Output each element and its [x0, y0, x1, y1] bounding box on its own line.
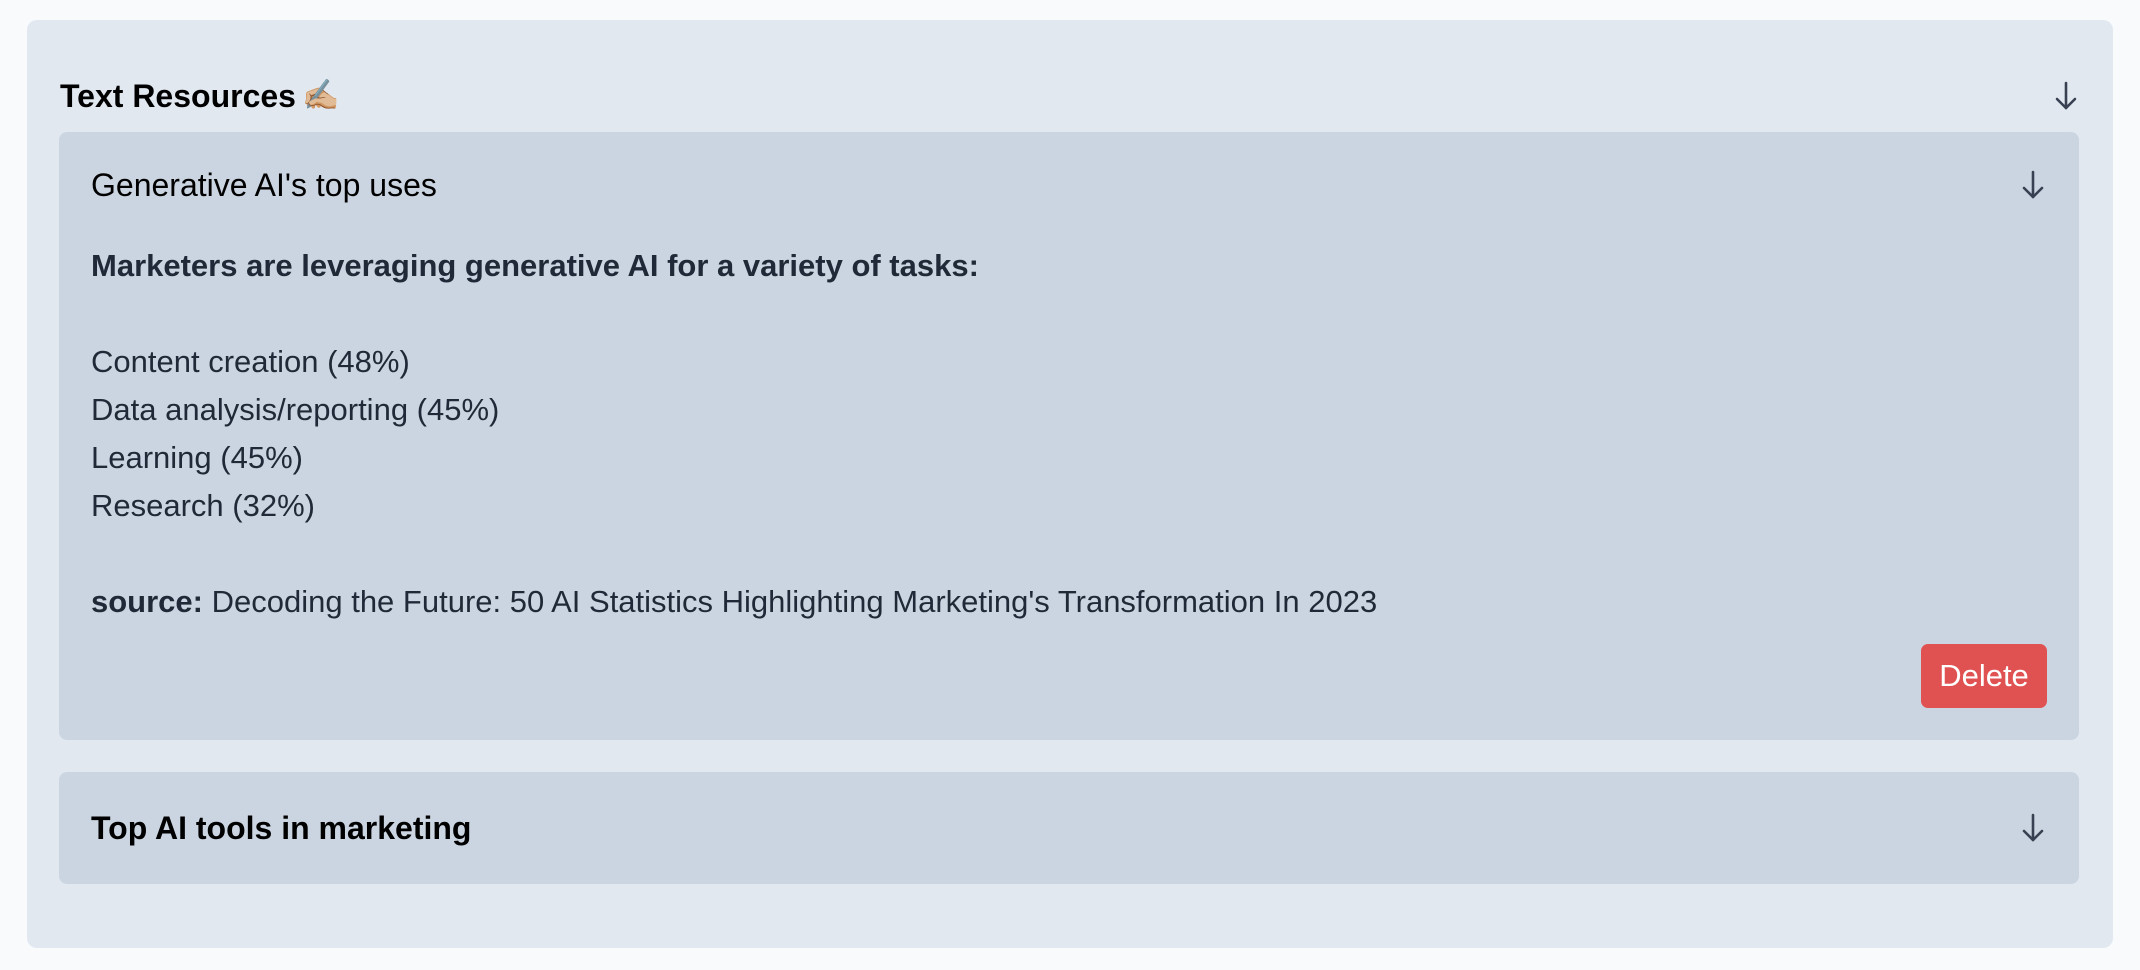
- resource-intro: Marketers are leveraging generative AI f…: [91, 248, 979, 283]
- writing-hand-icon: ✍🏼: [301, 79, 340, 112]
- delete-button[interactable]: Delete: [1921, 644, 2047, 708]
- list-item: Learning (45%): [91, 440, 303, 475]
- arrow-down-icon[interactable]: [2052, 79, 2080, 113]
- source-label: source:: [91, 584, 203, 619]
- resource-source: source: Decoding the Future: 50 AI Stati…: [91, 578, 2047, 626]
- resource-card: Top AI tools in marketing: [59, 772, 2079, 884]
- resource-title: Generative AI's top uses: [91, 166, 437, 203]
- list-item: Data analysis/reporting (45%): [91, 392, 500, 427]
- resource-card-header[interactable]: Top AI tools in marketing: [91, 795, 2047, 861]
- resource-card: Generative AI's top uses Marketers are l…: [59, 132, 2079, 740]
- resource-content: Marketers are leveraging generative AI f…: [91, 242, 2047, 626]
- section-title: Text Resources ✍🏼: [60, 78, 339, 115]
- resource-title: Top AI tools in marketing: [91, 809, 472, 846]
- arrow-down-icon[interactable]: [2019, 168, 2047, 202]
- section-title-text: Text Resources: [60, 77, 296, 114]
- source-text: Decoding the Future: 50 AI Statistics Hi…: [211, 584, 1378, 619]
- arrow-down-icon[interactable]: [2019, 811, 2047, 845]
- text-resources-header[interactable]: Text Resources ✍🏼: [60, 56, 2080, 136]
- resource-card-header[interactable]: Generative AI's top uses: [91, 152, 2047, 218]
- list-item: Content creation (48%): [91, 344, 410, 379]
- resource-list: Content creation (48%) Data analysis/rep…: [91, 338, 2047, 530]
- list-item: Research (32%): [91, 488, 315, 523]
